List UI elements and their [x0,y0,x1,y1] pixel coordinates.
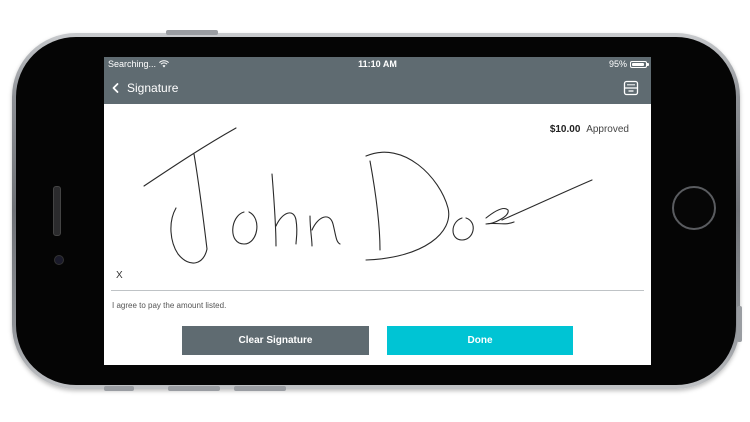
battery-percent: 95% [608,59,627,69]
signature-stroke-j-top [143,127,237,187]
signature-line [111,290,644,291]
done-button[interactable]: Done [387,326,573,355]
signature-stroke-j [170,153,208,264]
signature-stroke-tail [501,179,593,221]
battery-tip [647,63,649,66]
agreement-text: I agree to pay the amount listed. [112,301,227,310]
nav-bar: Signature [104,72,651,104]
side-button-bottom-left [104,386,134,391]
signature-stroke-n [309,215,341,247]
battery-fill [632,62,644,66]
signature-x-mark: X [116,270,123,281]
volume-up-button [168,386,220,391]
status-time: 11:10 AM [358,59,397,69]
cash-drawer-icon[interactable] [623,80,639,96]
front-camera [54,255,64,265]
amount-value: $10.00 [549,124,581,135]
status-bar: Searching... 11:10 AM 95% [104,57,651,72]
amount-summary: $10.00 Approved [550,124,629,135]
power-button [737,306,742,342]
status-right: 95% [608,59,649,69]
signature-strokes [143,127,593,264]
signature-stroke-o2 [452,217,474,241]
page-title: Signature [127,81,179,95]
volume-button-top [166,30,218,35]
signature-content: $10.00 Approved X I agree to pay the amo… [104,104,651,365]
earpiece-speaker [53,186,61,236]
clear-signature-button[interactable]: Clear Signature [182,326,369,355]
battery-icon [630,60,649,68]
app-screen: Searching... 11:10 AM 95% Signature $10.… [104,57,651,365]
back-button[interactable]: Signature [111,78,178,98]
signature-stroke-h [271,173,298,247]
approval-status: Approved [586,124,629,135]
signature-stroke-o1 [232,211,258,245]
signature-stroke-d [365,151,450,261]
chevron-left-icon [112,83,119,93]
home-button[interactable] [672,186,716,230]
volume-down-button [234,386,286,391]
